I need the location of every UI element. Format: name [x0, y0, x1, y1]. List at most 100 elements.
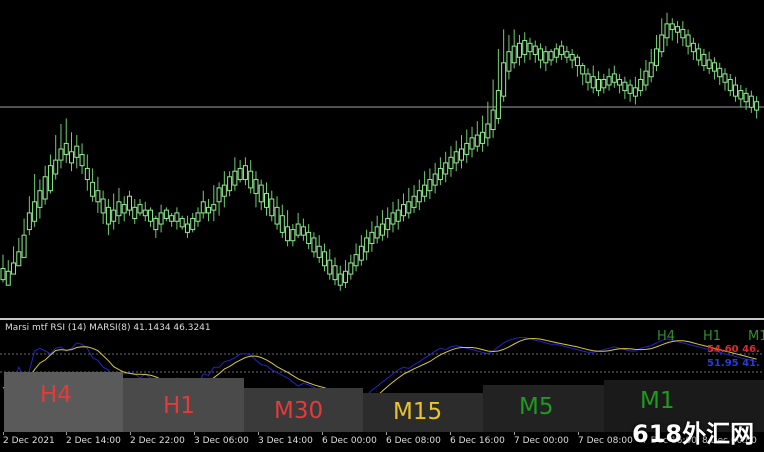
candle	[685, 29, 691, 55]
candle	[206, 199, 212, 222]
candle	[559, 40, 565, 61]
candle	[748, 90, 754, 113]
candle	[464, 129, 470, 163]
level-blue-value: 51.95 41.	[707, 358, 760, 369]
candle	[574, 54, 580, 77]
chart-window[interactable]: H4 H1 M30 M15 M5 M1 Marsi mtf RSI (14) MARSI(…	[0, 0, 764, 452]
candle	[627, 79, 633, 102]
candle	[580, 62, 586, 86]
candle	[443, 151, 449, 183]
candle	[16, 237, 22, 267]
time-tick	[514, 432, 515, 435]
candle	[395, 199, 401, 230]
candle	[569, 48, 575, 69]
candle	[158, 204, 164, 233]
candle	[100, 190, 106, 225]
candle	[532, 40, 538, 63]
candle	[248, 160, 254, 194]
candle	[538, 43, 544, 69]
time-tick	[386, 432, 387, 435]
candle	[385, 207, 391, 238]
time-tick	[66, 432, 67, 435]
candle	[516, 35, 522, 66]
candle	[348, 254, 354, 280]
candle	[90, 168, 96, 202]
time-tick	[3, 432, 4, 435]
candle	[648, 48, 654, 83]
candle	[332, 257, 338, 286]
candle	[585, 68, 591, 91]
candle	[316, 235, 322, 263]
candle	[295, 212, 301, 238]
candle	[480, 115, 486, 152]
candle	[258, 179, 264, 211]
price-candles	[0, 12, 764, 291]
candle	[0, 254, 6, 283]
candle	[69, 132, 75, 172]
candle	[200, 190, 206, 219]
candle	[353, 243, 359, 272]
candle	[169, 212, 175, 227]
candle	[611, 65, 617, 88]
candle	[327, 249, 333, 280]
candle	[279, 204, 285, 238]
candle	[184, 215, 190, 238]
candle	[669, 18, 675, 41]
candle	[58, 123, 64, 169]
candle	[754, 96, 760, 119]
candle	[643, 60, 649, 91]
candle	[242, 157, 248, 186]
candle	[617, 73, 623, 94]
header-h4: H4	[657, 329, 676, 344]
time-label: 6 Dec 16:00	[450, 436, 505, 446]
candle	[264, 182, 269, 216]
time-tick	[194, 432, 195, 435]
timeframe-label-m15: M15	[393, 399, 443, 425]
timeframe-label-h4: H4	[40, 382, 72, 408]
candle	[511, 29, 517, 69]
candle	[364, 229, 370, 261]
candle	[79, 143, 85, 174]
candle	[374, 215, 380, 244]
candle	[74, 135, 80, 169]
time-tick	[450, 432, 451, 435]
candle	[269, 190, 275, 222]
candle	[121, 196, 127, 222]
candle	[680, 21, 686, 47]
price-chart-pane[interactable]	[0, 0, 764, 318]
time-label: 3 Dec 06:00	[194, 436, 249, 446]
candle	[453, 140, 459, 172]
time-tick	[322, 432, 323, 435]
candle	[448, 146, 454, 177]
candle	[221, 171, 227, 208]
candle	[148, 207, 154, 227]
candle	[174, 207, 180, 230]
candle	[690, 37, 696, 61]
candle	[358, 235, 364, 266]
candle	[458, 135, 464, 169]
timeframe-label-m30: M30	[274, 398, 324, 424]
candle	[47, 154, 53, 194]
candle	[179, 215, 185, 230]
time-label: 6 Dec 00:00	[322, 436, 377, 446]
candle	[490, 79, 496, 138]
candle	[300, 218, 306, 241]
candle	[11, 246, 17, 275]
level-red-value: 54.60 46.	[707, 344, 760, 355]
candle	[26, 196, 32, 236]
candle	[95, 176, 101, 213]
candle	[369, 221, 375, 252]
candle	[37, 179, 43, 219]
candle	[553, 43, 559, 63]
candle	[32, 174, 38, 227]
candle	[548, 48, 554, 66]
candle	[606, 68, 612, 91]
candle	[659, 18, 665, 58]
candle	[506, 35, 512, 80]
candle	[5, 260, 11, 286]
candle	[137, 199, 143, 216]
candle	[675, 21, 681, 44]
candle	[142, 201, 148, 222]
candle	[474, 121, 480, 152]
candle	[701, 48, 707, 72]
